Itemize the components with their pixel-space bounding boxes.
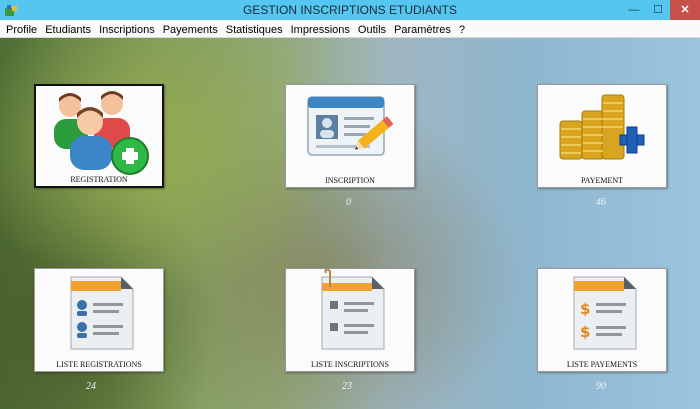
coins-add-icon bbox=[559, 94, 645, 160]
menu-inscriptions[interactable]: Inscriptions bbox=[95, 22, 159, 39]
tile-label: LISTE INSCRIPTIONS bbox=[310, 360, 389, 369]
menu-outils[interactable]: Outils bbox=[354, 22, 390, 39]
students-add-icon bbox=[54, 91, 149, 175]
tile-liste-registrations[interactable]: LISTE REGISTRATIONS bbox=[34, 268, 164, 372]
close-button[interactable]: ✕ bbox=[670, 0, 700, 20]
menu-impressions[interactable]: Impressions bbox=[287, 22, 354, 39]
menu-profile[interactable]: Profile bbox=[0, 22, 41, 39]
title-bar: GESTION INSCRIPTIONS ETUDIANTS — ☐ ✕ bbox=[0, 0, 700, 20]
id-card-edit-icon bbox=[307, 96, 394, 156]
menu-statistiques[interactable]: Statistiques bbox=[222, 22, 287, 39]
tile-liste-inscriptions[interactable]: LISTE INSCRIPTIONS bbox=[285, 268, 415, 372]
tile-label: REGISTRATION bbox=[70, 175, 128, 184]
payment-list-document-icon: $ $ bbox=[573, 276, 637, 350]
menu-help[interactable]: ? bbox=[455, 22, 469, 39]
menu-payements[interactable]: Payements bbox=[159, 22, 222, 39]
payement-count: 46 bbox=[596, 197, 606, 208]
minimize-button[interactable]: — bbox=[622, 0, 646, 20]
tile-label: LISTE REGISTRATIONS bbox=[56, 360, 142, 369]
maximize-button[interactable]: ☐ bbox=[646, 0, 670, 20]
tile-inscription[interactable]: INSCRIPTION bbox=[285, 84, 415, 188]
liste-inscriptions-count: 23 bbox=[342, 381, 352, 392]
liste-payements-count: 90 bbox=[596, 381, 606, 392]
inscription-count: 0 bbox=[346, 197, 351, 208]
liste-registrations-count: 24 bbox=[86, 381, 96, 392]
tile-registration[interactable]: REGISTRATION bbox=[34, 84, 164, 188]
clipped-list-document-icon bbox=[321, 269, 385, 350]
menu-parametres[interactable]: Paramètres bbox=[390, 22, 455, 39]
svg-text:$: $ bbox=[580, 323, 590, 341]
user-list-document-icon bbox=[70, 276, 134, 350]
dashboard-area: REGISTRATION INSCRIPTION 0 PAYEMENT 46 L… bbox=[0, 38, 700, 409]
svg-text:$: $ bbox=[580, 300, 590, 318]
tile-liste-payements[interactable]: $ $ LISTE PAYEMENTS bbox=[537, 268, 667, 372]
window-title: GESTION INSCRIPTIONS ETUDIANTS bbox=[242, 3, 458, 17]
menu-bar: Profile Etudiants Inscriptions Payements Sta… bbox=[0, 20, 700, 38]
tile-label: INSCRIPTION bbox=[325, 176, 375, 185]
tile-label: LISTE PAYEMENTS bbox=[566, 360, 638, 369]
tile-payement[interactable]: PAYEMENT bbox=[537, 84, 667, 188]
tile-label: PAYEMENT bbox=[580, 176, 624, 185]
menu-etudiants[interactable]: Etudiants bbox=[41, 22, 95, 39]
